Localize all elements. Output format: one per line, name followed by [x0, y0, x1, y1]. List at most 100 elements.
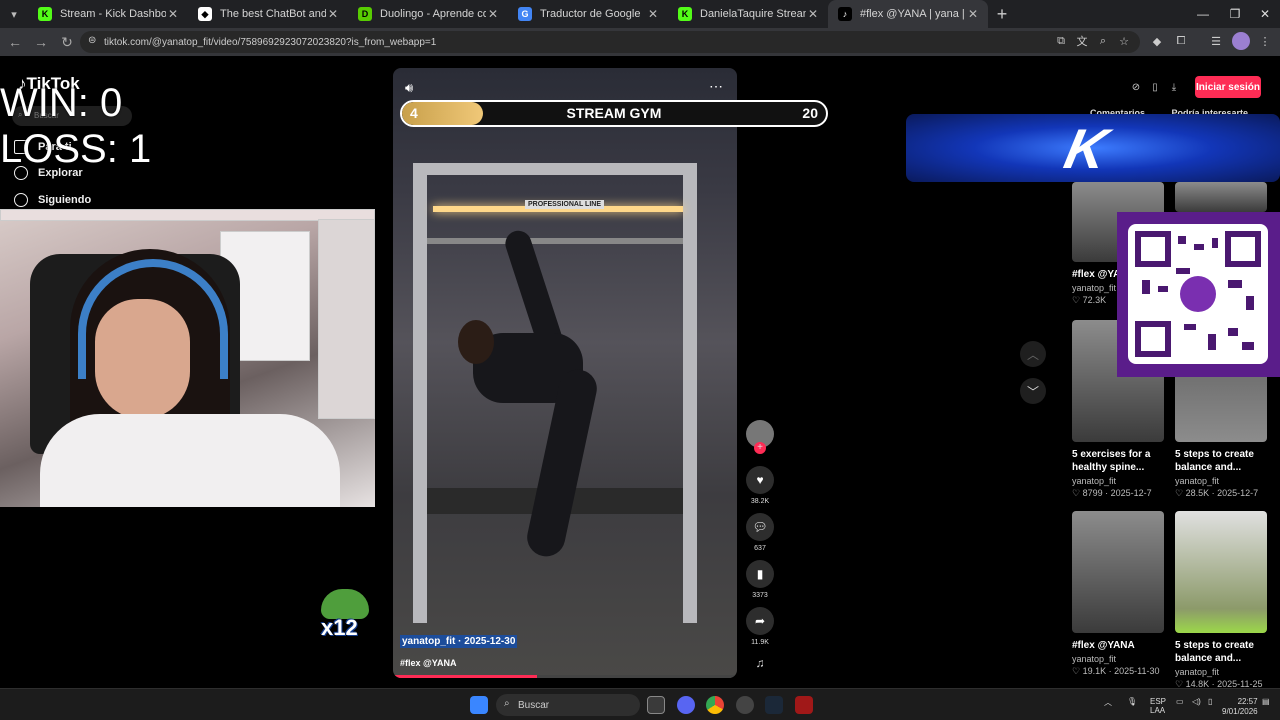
install-icon[interactable]: ⧉ — [1052, 32, 1070, 50]
share-action[interactable]: ➦ 11.9K — [745, 607, 775, 646]
related-card[interactable]: #flex @YANA yanatop_fit ♡ 19.1K · 2025-1… — [1072, 511, 1164, 677]
discord-icon[interactable] — [677, 696, 695, 714]
new-tab-button[interactable]: + — [988, 4, 1016, 25]
related-author[interactable]: yanatop_fit — [1175, 667, 1267, 677]
related-author[interactable]: yanatop_fit — [1072, 476, 1164, 486]
translate-icon[interactable]: 文 — [1073, 32, 1091, 50]
device-icon[interactable]: ▯ — [1146, 78, 1164, 96]
save-count: 3373 — [752, 592, 768, 599]
next-video-button[interactable]: ﹀ — [1020, 378, 1046, 404]
tiktok-favicon-icon: ♪ — [838, 7, 852, 21]
related-author[interactable]: yanatop_fit — [1072, 654, 1164, 664]
comment-icon[interactable]: 💬︎ — [746, 513, 774, 541]
close-tab-icon[interactable]: ✕ — [486, 7, 500, 21]
like-action[interactable]: ♥ 38.2K — [745, 466, 775, 505]
like-count: 38.2K — [750, 498, 770, 505]
tab-kick-stream[interactable]: K DanielaTaquire Stream - Watch ✕ — [668, 0, 828, 28]
volume-icon[interactable]: 🔊︎ — [405, 80, 413, 96]
chatbot-favicon-icon: ◆ — [198, 7, 212, 21]
chrome-menu-icon[interactable]: ⋮ — [1256, 32, 1274, 50]
related-thumbnail[interactable] — [1175, 511, 1267, 633]
video-progress-fill — [393, 675, 538, 678]
battery-icon[interactable]: ▯ — [1208, 697, 1212, 706]
reading-list-icon[interactable]: ☰ — [1207, 32, 1225, 50]
rack-top-bar — [413, 163, 697, 175]
volume-icon[interactable]: ◁) — [1192, 697, 1201, 706]
close-window-icon[interactable]: ✕ — [1248, 0, 1280, 28]
related-card[interactable]: 5 steps to create balance and... yanatop… — [1175, 511, 1267, 688]
video-author-date[interactable]: yanatop_fit · 2025-12-30 — [400, 635, 518, 648]
extension-icon[interactable]: ◆ — [1148, 32, 1166, 50]
notifications-icon[interactable]: ▤ — [1262, 697, 1270, 706]
bookmark-star-icon[interactable]: ☆ — [1115, 32, 1133, 50]
chrome-icon[interactable] — [706, 696, 724, 714]
extensions-puzzle-icon[interactable]: ⧠ — [1172, 32, 1190, 50]
download-icon[interactable]: ⤓ — [1165, 78, 1183, 96]
kick-banner-overlay: K — [906, 114, 1280, 182]
related-thumbnail[interactable] — [1175, 182, 1267, 212]
music-disc-icon[interactable]: ♫ — [745, 656, 775, 670]
tab-chatbot[interactable]: ◆ The best ChatBot and Widgets ✕ — [188, 0, 348, 28]
related-author[interactable]: yanatop_fit — [1175, 476, 1267, 486]
related-title: 5 steps to create balance and... — [1175, 640, 1254, 664]
tab-google-translate[interactable]: G Traductor de Google ✕ — [508, 0, 668, 28]
maximize-icon[interactable]: ❐ — [1218, 0, 1252, 28]
back-icon[interactable]: ← — [2, 29, 28, 55]
clock[interactable]: 22:57 9/01/2026 — [1222, 697, 1258, 717]
previous-video-button[interactable]: ︿ — [1020, 341, 1046, 367]
video-caption[interactable]: #flex @YANA — [400, 658, 456, 668]
tab-duolingo[interactable]: D Duolingo - Aprende con leccio ✕ — [348, 0, 508, 28]
video-progress-bar[interactable] — [393, 675, 737, 678]
tab-title: Traductor de Google — [540, 8, 641, 20]
related-meta: ♡ 8799 · 2025-12-7 — [1072, 488, 1152, 498]
comment-action[interactable]: 💬︎ 637 — [745, 513, 775, 552]
tab-search-icon[interactable]: ▾ — [0, 0, 28, 28]
sidebar-item-siguiendo[interactable]: Siguiendo — [14, 193, 91, 207]
microphone-icon[interactable]: 🎙︎ — [1127, 697, 1137, 706]
more-options-icon[interactable]: ⋯ — [709, 78, 723, 95]
close-tab-icon[interactable]: ✕ — [966, 7, 980, 21]
network-icon[interactable]: ▭ — [1176, 697, 1184, 706]
barbell — [427, 238, 683, 244]
stream-gym-goal-bar: 4 STREAM GYM 20 — [400, 100, 828, 127]
address-bar[interactable]: ⊜ tiktok.com/@yanatop_fit/video/75896929… — [80, 31, 1140, 53]
windows-start-icon[interactable] — [470, 696, 488, 714]
minimize-icon[interactable]: — — [1186, 0, 1220, 28]
login-button[interactable]: Iniciar sesión — [1195, 76, 1261, 98]
tab-title: Stream - Kick Dashboard — [60, 8, 166, 20]
bookmark-icon[interactable]: ▮ — [746, 560, 774, 588]
creator-tools-icon[interactable]: ⊘ — [1127, 78, 1145, 96]
steam-icon[interactable] — [765, 696, 783, 714]
tray-overflow-icon[interactable]: ︿ — [1104, 697, 1112, 708]
share-icon[interactable]: ➦ — [746, 607, 774, 635]
related-thumbnail[interactable] — [1072, 511, 1164, 633]
close-tab-icon[interactable]: ✕ — [806, 7, 820, 21]
zoom-icon[interactable]: ⌕ — [1094, 32, 1112, 50]
kick-favicon-icon: K — [678, 7, 692, 21]
profile-avatar[interactable] — [1232, 32, 1250, 50]
obs-icon[interactable] — [736, 696, 754, 714]
user-icon — [14, 193, 28, 207]
heart-icon[interactable]: ♥ — [746, 466, 774, 494]
save-action[interactable]: ▮ 3373 — [745, 560, 775, 599]
related-card[interactable] — [1175, 182, 1267, 212]
goal-title: STREAM GYM — [566, 105, 662, 121]
related-meta: ♡ 28.5K · 2025-12-7 — [1175, 488, 1259, 498]
taskbar-search[interactable]: ⌕ Buscar — [496, 694, 640, 716]
video-player[interactable]: 🔊︎ ⋯ PROFESSIONAL LINE yanatop_fit · 202… — [393, 68, 737, 678]
task-view-icon[interactable] — [647, 696, 665, 714]
close-tab-icon[interactable]: ✕ — [326, 7, 340, 21]
follow-plus-icon[interactable]: + — [754, 442, 766, 454]
tab-tiktok[interactable]: ♪ #flex @YANA | yana | TikTok ✕ — [828, 0, 988, 28]
language-indicator[interactable]: ESP LAA — [1150, 697, 1166, 715]
close-tab-icon[interactable]: ✕ — [166, 7, 180, 21]
emote-multiplier: x12 — [321, 615, 358, 640]
reload-icon[interactable]: ↻ — [54, 29, 80, 55]
related-title: #flex @YANA — [1072, 640, 1135, 651]
site-info-icon[interactable]: ⊜ — [88, 35, 96, 46]
creator-avatar[interactable]: + — [745, 420, 775, 464]
close-tab-icon[interactable]: ✕ — [646, 7, 660, 21]
forward-icon[interactable]: → — [28, 29, 54, 55]
app-icon[interactable] — [795, 696, 813, 714]
tab-kick-dashboard[interactable]: K Stream - Kick Dashboard ✕ — [28, 0, 188, 28]
